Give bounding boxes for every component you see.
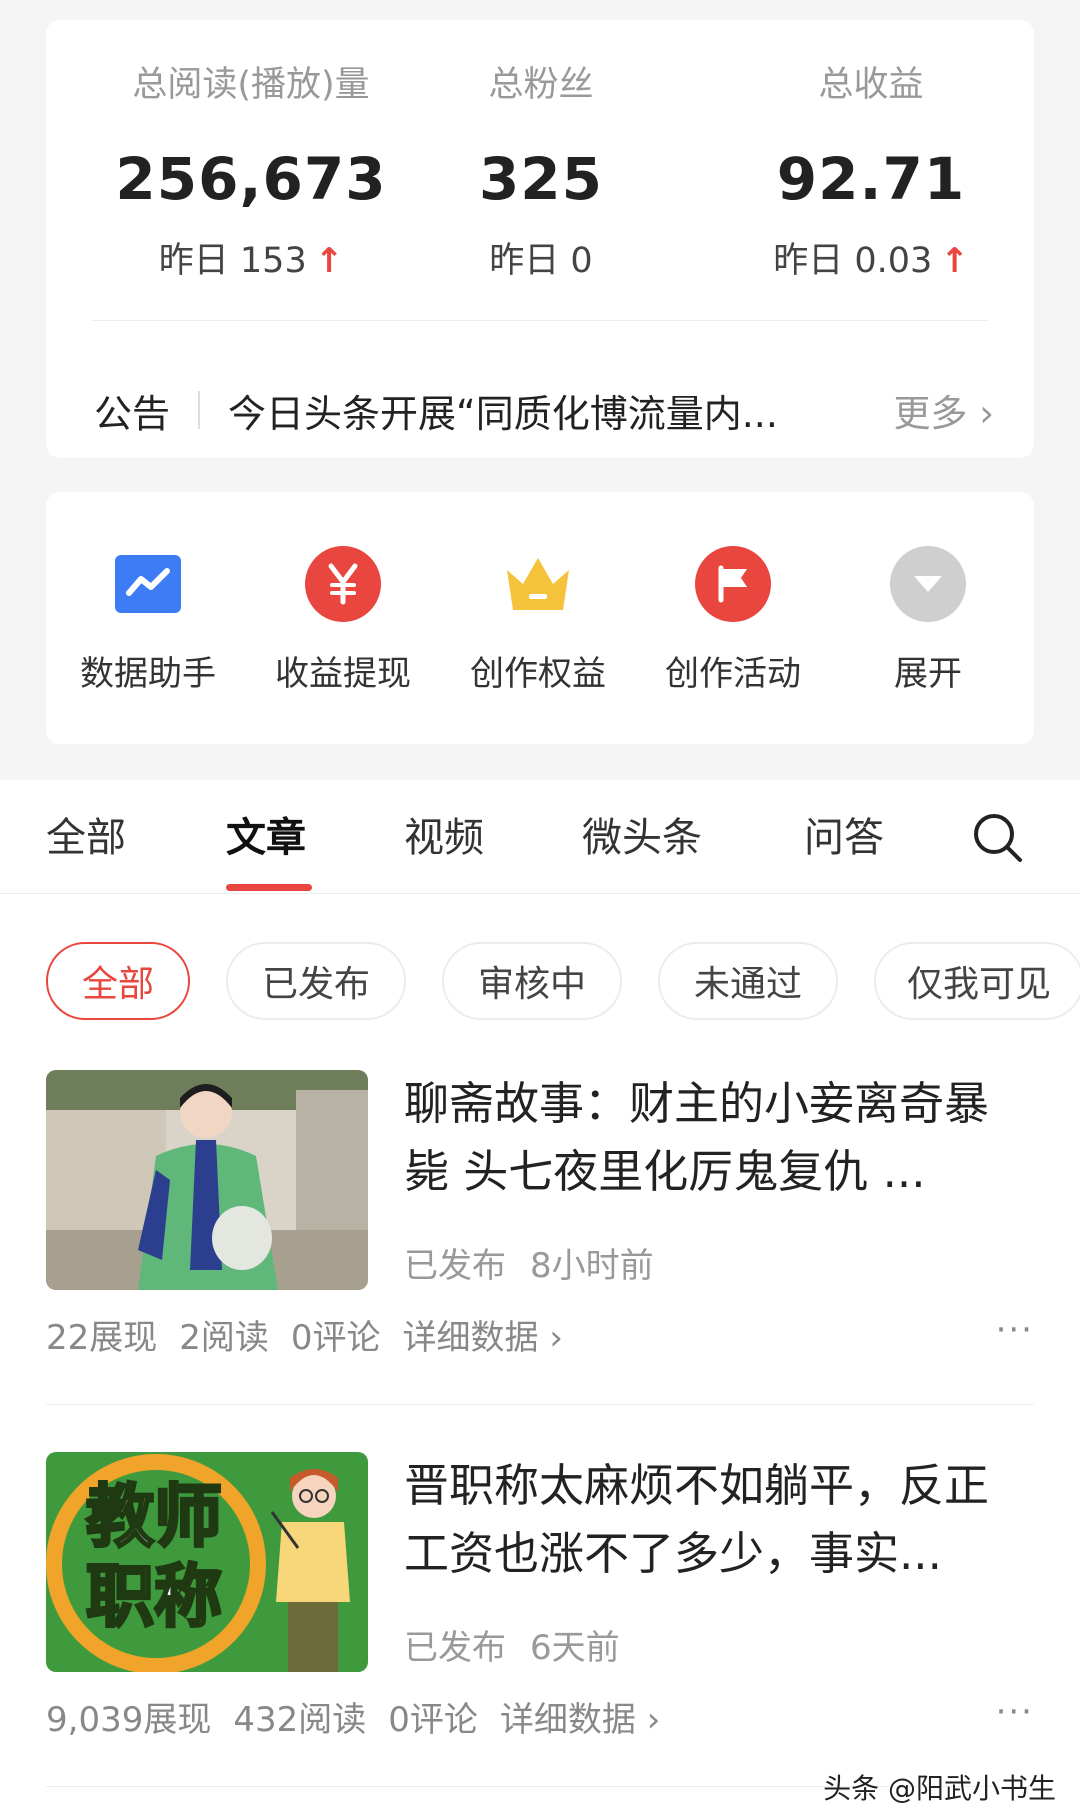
content-list: 全部 文章 视频 微头条 问答 全部 已发布 审核中 未通过 仅我可见 聊斋故事… [0, 780, 1080, 1819]
divider [46, 1404, 1034, 1405]
article-impressions: 22展现 [46, 1318, 158, 1358]
flag-icon [695, 546, 771, 622]
tool-creator-activity[interactable]: 创作活动 [635, 546, 831, 698]
tool-label: 创作活动 [665, 654, 801, 694]
article-stats: 22展现 2阅读 0评论 详细数据 › [46, 1310, 585, 1359]
tab-articles[interactable]: 文章 [226, 810, 306, 866]
filter-rejected[interactable]: 未通过 [658, 942, 838, 1020]
article-thumbnail[interactable]: 教师 职称 [46, 1452, 368, 1672]
tool-label: 数据助手 [80, 654, 216, 694]
stat-total-reads[interactable]: 总阅读(播放)量 256,673 昨日 153 ↑ [86, 60, 416, 284]
thumb-text: 职称 [84, 1557, 223, 1639]
notice-label: 公告 [94, 391, 171, 436]
article-time: 6天前 [530, 1628, 620, 1668]
tab-qa[interactable]: 问答 [804, 810, 884, 866]
article-title[interactable]: 聊斋故事：财主的小妾离奇暴毙 头七夜里化厉鬼复仇 ... [404, 1070, 1024, 1206]
arrow-up-icon: ↑ [940, 241, 969, 281]
article-stats: 9,039展现 432阅读 0评论 详细数据 › [46, 1692, 682, 1741]
article-reads: 432阅读 [233, 1700, 367, 1740]
article-thumbnail[interactable] [46, 1070, 368, 1290]
tools-card: 数据助手 收益提现 创作权益 创作活动 展开 [46, 492, 1034, 744]
article-comments: 0评论 [290, 1318, 381, 1358]
notice-bar[interactable]: 公告 今日头条开展“同质化博流量内... 更多 › [94, 368, 994, 452]
article-meta: 已发布 8小时前 [404, 1238, 654, 1287]
divider [92, 320, 988, 321]
stat-label: 总粉丝 [488, 65, 594, 105]
divider [198, 391, 201, 429]
stat-label: 总阅读(播放)量 [132, 65, 370, 105]
search-icon[interactable] [970, 810, 1026, 866]
stat-value: 325 [478, 145, 604, 213]
filter-private[interactable]: 仅我可见 [874, 942, 1080, 1020]
watermark: 头条 @阳武小书生 [823, 1772, 1056, 1805]
tab-videos[interactable]: 视频 [404, 810, 484, 866]
stat-yesterday-text: 昨日 153 [158, 241, 307, 281]
tool-data-assistant[interactable]: 数据助手 [50, 546, 246, 698]
notice-more-link[interactable]: 更多 › [893, 383, 994, 437]
article-item[interactable]: 聊斋故事：财主的小妾离奇暴毙 头七夜里化厉鬼复仇 ... 已发布 8小时前 22展… [46, 1070, 1034, 1360]
article-time: 8小时前 [530, 1246, 654, 1286]
chart-trend-icon [110, 546, 186, 622]
tool-income-withdraw[interactable]: 收益提现 [245, 546, 441, 698]
stat-total-fans[interactable]: 总粉丝 325 昨日 0 [376, 60, 706, 284]
stat-total-income[interactable]: 总收益 92.71 昨日 0.03 ↑ [706, 60, 1036, 284]
article-reads: 2阅读 [179, 1318, 269, 1358]
filter-reviewing[interactable]: 审核中 [442, 942, 622, 1020]
stats-card: 总阅读(播放)量 256,673 昨日 153 ↑ 总粉丝 325 昨日 0 总收… [46, 20, 1034, 458]
article-status: 已发布 [404, 1628, 506, 1668]
stat-label: 总收益 [818, 65, 924, 105]
more-options-icon[interactable]: ··· [996, 1310, 1034, 1350]
notice-text[interactable]: 今日头条开展“同质化博流量内... [228, 383, 857, 438]
tool-label: 创作权益 [470, 654, 606, 694]
thumb-text: 教师 [84, 1477, 223, 1559]
more-options-icon[interactable]: ··· [996, 1692, 1034, 1732]
tool-label: 收益提现 [275, 654, 411, 694]
article-status: 已发布 [404, 1246, 506, 1286]
article-item[interactable]: 教师 职称 晋职称太麻烦不如躺平，反正工资也涨不了多少，事实... 已发布 6天前… [46, 1452, 1034, 1742]
stat-value: 92.71 [776, 145, 966, 213]
crown-icon [500, 546, 576, 622]
stat-yesterday: 昨日 153 ↑ [86, 238, 416, 284]
stat-yesterday-text: 昨日 0.03 [773, 241, 933, 281]
stat-yesterday: 昨日 0 [489, 241, 593, 281]
stat-yesterday: 昨日 0.03 ↑ [706, 238, 1036, 284]
tab-active-indicator [226, 884, 312, 891]
tool-creator-rights[interactable]: 创作权益 [440, 546, 636, 698]
filter-all[interactable]: 全部 [46, 942, 190, 1020]
filter-published[interactable]: 已发布 [226, 942, 406, 1020]
tool-label: 展开 [894, 654, 962, 694]
type-tabs: 全部 文章 视频 微头条 问答 [0, 780, 1080, 894]
article-impressions: 9,039展现 [46, 1700, 212, 1740]
stat-value: 256,673 [115, 145, 387, 213]
article-meta: 已发布 6天前 [404, 1620, 620, 1669]
yuan-icon [305, 546, 381, 622]
tool-expand[interactable]: 展开 [830, 546, 1026, 698]
tab-micro-posts[interactable]: 微头条 [582, 810, 702, 866]
arrow-up-icon: ↑ [314, 241, 344, 281]
article-title[interactable]: 晋职称太麻烦不如躺平，反正工资也涨不了多少，事实... [404, 1452, 1024, 1588]
expand-icon [890, 546, 966, 622]
article-details-link[interactable]: 详细数据 › [403, 1318, 563, 1358]
article-details-link[interactable]: 详细数据 › [500, 1700, 660, 1740]
tab-all[interactable]: 全部 [46, 810, 126, 866]
article-comments: 0评论 [388, 1700, 478, 1740]
